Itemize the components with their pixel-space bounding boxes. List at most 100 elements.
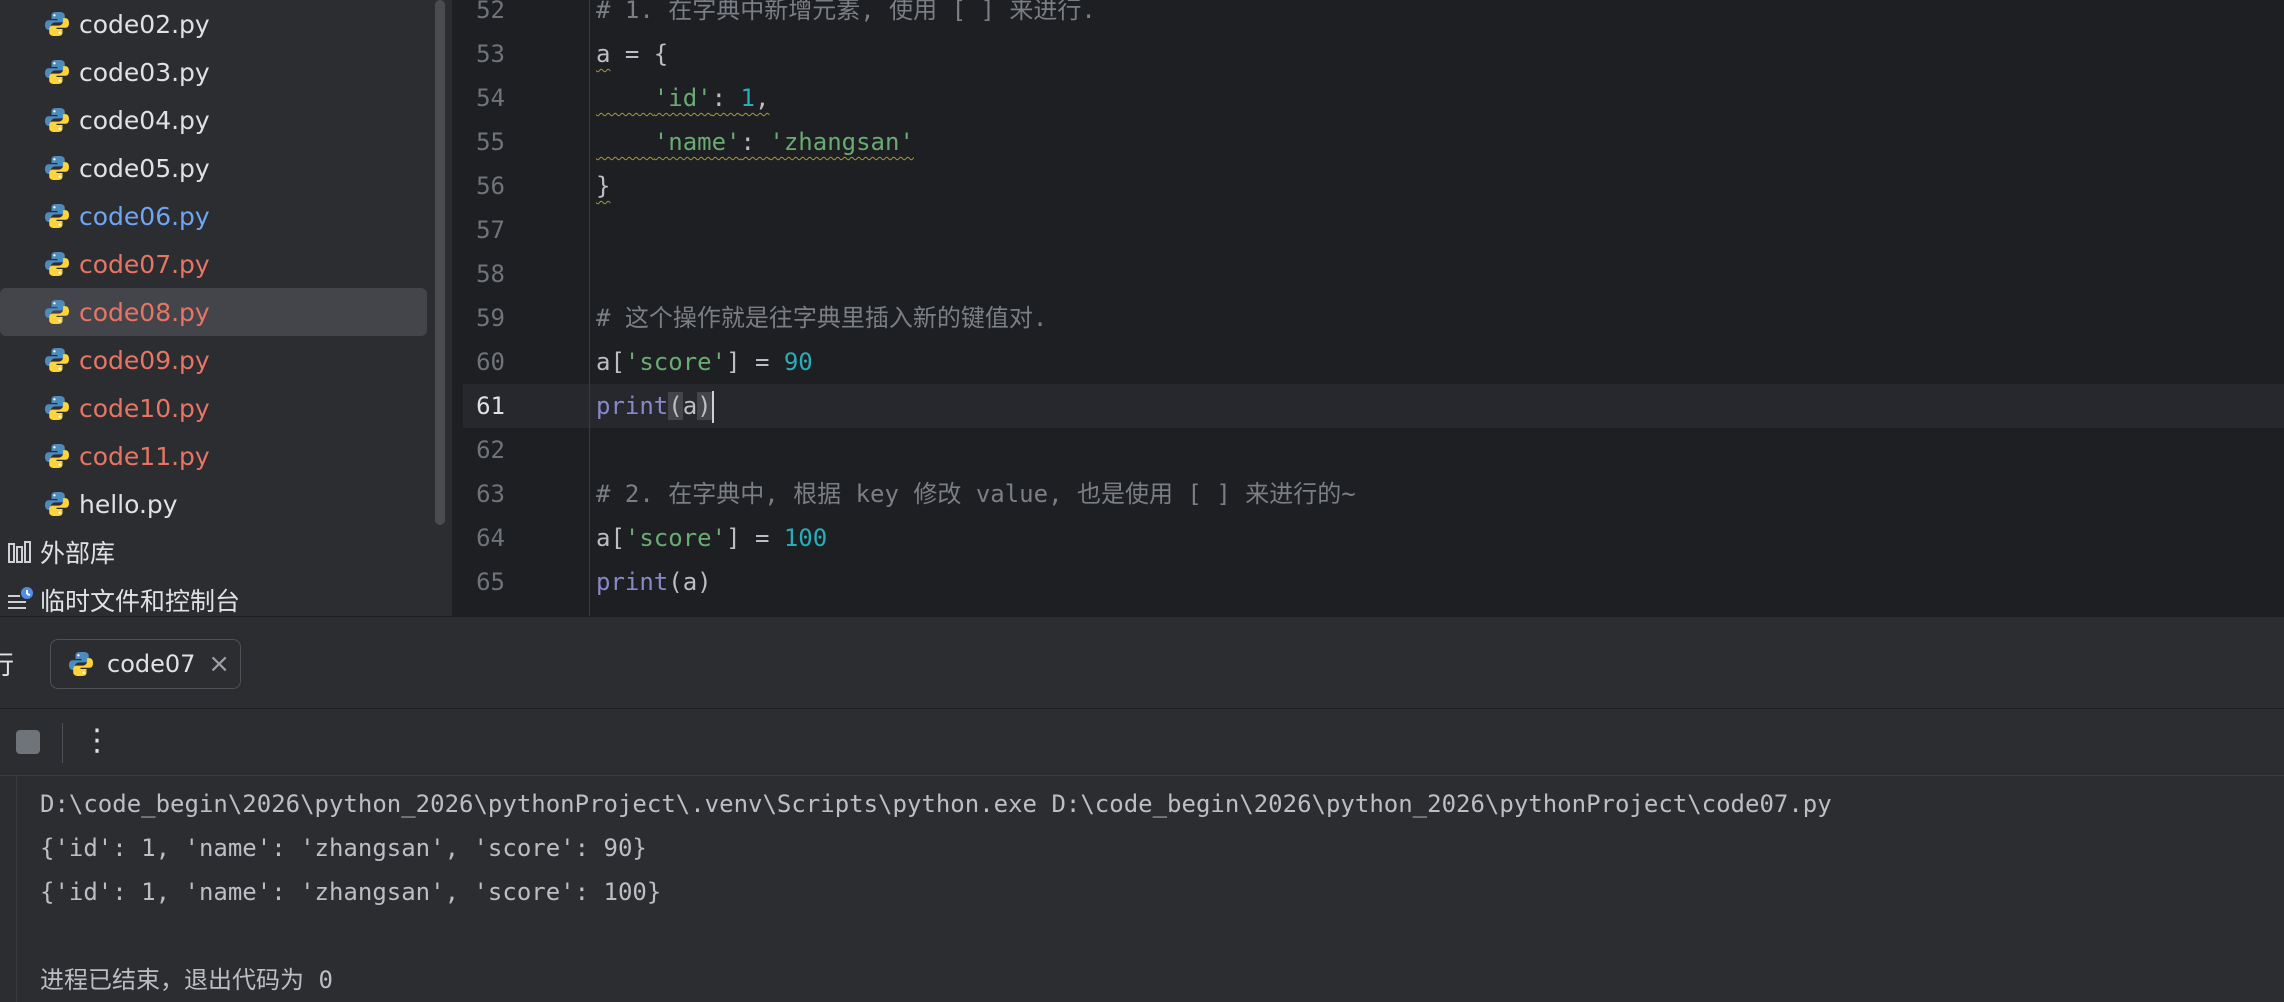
code-line[interactable]: 55 'name': 'zhangsan' [463,120,2284,164]
line-source: 'name': 'zhangsan' [596,120,914,164]
code-token: ) [697,568,712,596]
code-token: 90 [783,348,813,376]
code-line[interactable]: 62 [463,428,2284,472]
tree-file-code09-py[interactable]: code09.py [0,336,427,384]
code-token: a [682,568,698,596]
code-token: a [682,392,698,420]
code-line[interactable]: 61 print(a) [463,384,2284,428]
tree-file-label: code04.py [79,105,210,135]
line-source: a['score'] = 90 [596,340,813,384]
tree-file-label: code02.py [79,9,210,39]
line-number: 61 [476,392,505,420]
tree-file-code10-py[interactable]: code10.py [0,384,427,432]
code-token: ( [668,568,683,596]
external-libraries-label: 外部库 [40,539,116,568]
scratches-label: 临时文件和控制台 [40,587,241,616]
project-tree-scrollbar[interactable] [435,0,445,525]
line-number: 60 [476,348,505,376]
line-source: a['score'] = 100 [596,516,827,560]
tree-file-code04-py[interactable]: code04.py [0,96,427,144]
run-panel-title: 行 [0,651,15,681]
stop-icon[interactable] [16,730,40,754]
line-source: # 2. 在字典中, 根据 key 修改 value, 也是使用 [ ] 来进行… [596,472,1356,516]
console-gutter [16,776,17,1002]
console-line: 进程已结束，退出代码为 0 [40,966,333,994]
code-line[interactable]: 59 # 这个操作就是往字典里插入新的键值对. [463,296,2284,340]
line-source: print(a) [596,560,712,604]
python-file-icon [43,10,71,38]
tree-file-label: code08.py [79,297,210,327]
code-token: a[ [596,524,625,552]
tree-file-code02-py[interactable]: code02.py [0,0,427,48]
code-token: 1 [740,84,755,112]
code-token: print [596,392,669,420]
tree-file-label: code03.py [79,57,210,87]
code-token: ] = [726,524,784,552]
python-file-icon [43,250,71,278]
code-line[interactable]: 63 # 2. 在字典中, 根据 key 修改 value, 也是使用 [ ] 来… [463,472,2284,516]
tree-file-code06-py[interactable]: code06.py [0,192,427,240]
more-icon[interactable]: ⋮ [82,717,112,765]
line-number: 58 [476,260,505,288]
text-caret [711,391,714,423]
code-token: } [596,172,611,200]
line-source: # 这个操作就是往字典里插入新的键值对. [596,296,1047,340]
code-token: 100 [783,524,828,552]
code-line[interactable]: 54 'id': 1, [463,76,2284,120]
close-icon[interactable]: × [208,649,230,679]
python-file-icon [43,154,71,182]
code-line[interactable]: 56} [463,164,2284,208]
code-token: 'zhangsan' [769,128,914,156]
line-number: 65 [476,568,505,596]
console-line: D:\code_begin\2026\python_2026\pythonPro… [40,790,1832,818]
code-line[interactable]: 65 print(a) [463,560,2284,604]
external-libraries-node[interactable]: 外部库 [0,528,427,576]
code-token: # 这个操作就是往字典里插入新的键值对. [596,304,1048,332]
tree-file-hello-py[interactable]: hello.py [0,480,427,528]
code-token: # 1. 在字典中新增元素, 使用 [ ] 来进行. [596,0,1096,24]
scratches-node[interactable]: 临时文件和控制台 [0,576,427,616]
tree-file-code08-py[interactable]: code08.py [0,288,427,336]
line-number: 54 [476,84,505,112]
code-line[interactable]: 53 a = { [463,32,2284,76]
python-file-icon [43,298,71,326]
line-number: 57 [476,216,505,244]
code-token: ( [668,392,683,420]
tree-file-code03-py[interactable]: code03.py [0,48,427,96]
tree-file-label: code05.py [79,153,210,183]
run-tab-code07[interactable]: code07 × [50,639,241,689]
tree-file-code05-py[interactable]: code05.py [0,144,427,192]
code-line[interactable]: 57 [463,208,2284,252]
line-number: 59 [476,304,505,332]
python-file-icon [43,346,71,374]
code-token: # 2. 在字典中, 根据 key 修改 value, 也是使用 [ ] 来进行… [596,480,1356,508]
line-number: 55 [476,128,505,156]
tree-file-code07-py[interactable]: code07.py [0,240,427,288]
run-toolbar: ⋮ [0,708,2284,776]
project-tree: code02.py code03.py code04.py code05.py code… [0,0,452,616]
code-token: print [596,568,669,596]
code-token: a [596,40,611,68]
code-line[interactable]: 52 # 1. 在字典中新增元素, 使用 [ ] 来进行. [463,0,2284,32]
tree-file-label: hello.py [79,489,178,519]
line-number: 53 [476,40,505,68]
toolbar-separator [62,723,63,763]
code-token: : [740,128,770,156]
tree-file-label: code07.py [79,249,210,279]
line-source: 'id': 1, [596,76,770,120]
code-line[interactable]: 58 [463,252,2284,296]
tree-file-label: code10.py [79,393,210,423]
code-line[interactable]: 60 a['score'] = 90 [463,340,2284,384]
run-tab-label: code07 [107,650,196,678]
tree-file-code11-py[interactable]: code11.py [0,432,427,480]
code-line[interactable]: 64 a['score'] = 100 [463,516,2284,560]
python-file-icon [43,394,71,422]
python-file-icon [43,442,71,470]
code-editor[interactable]: 52 # 1. 在字典中新增元素, 使用 [ ] 来进行. 53 a = { 54 'i… [463,0,2284,616]
line-number: 52 [476,0,505,24]
code-token: = { [610,40,669,68]
run-console[interactable]: D:\code_begin\2026\python_2026\pythonPro… [0,776,2284,1002]
code-token: , [754,84,770,112]
